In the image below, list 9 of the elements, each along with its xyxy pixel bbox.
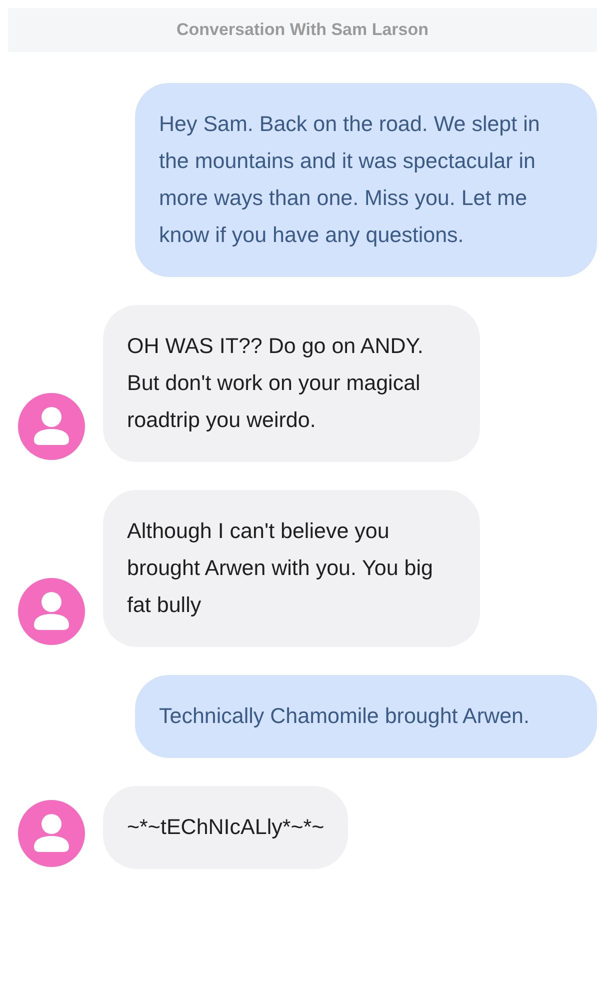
avatar-icon — [18, 578, 85, 645]
message-bubble: OH WAS IT?? Do go on ANDY. But don't work on your magical roadtrip you weirdo. — [103, 305, 480, 462]
chat-header-title: Conversation With Sam Larson — [8, 8, 597, 52]
avatar-icon — [18, 800, 85, 867]
message-bubble: ~*~tEChNIcALly*~*~ — [103, 786, 348, 869]
message-bubble: Although I can't believe you brought Arwen with you. You big fat bully — [103, 490, 480, 647]
avatar-icon — [18, 393, 85, 460]
message-bubble: Technically Chamomile brought Arwen. — [135, 675, 597, 758]
message-bubble: Hey Sam. Back on the road. We slept in the mountains and it was spectacular in more ways than one. Miss you. Let me know if you have any questions. — [135, 83, 597, 277]
